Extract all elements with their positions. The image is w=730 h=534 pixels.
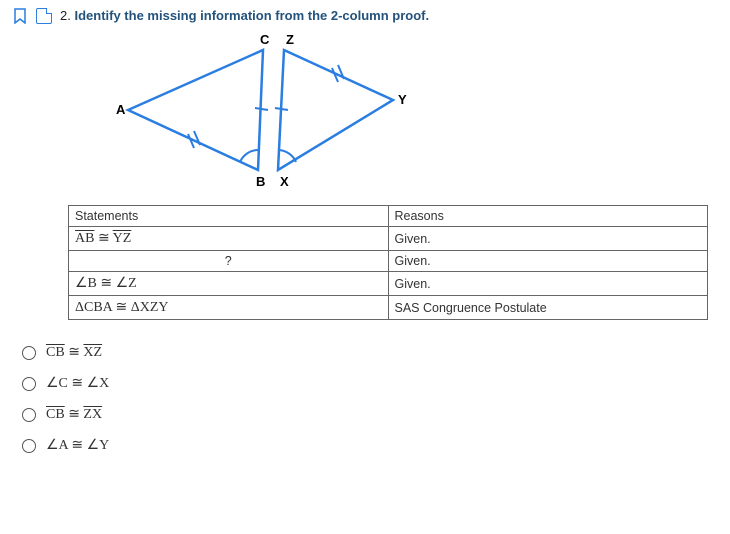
radio-icon[interactable]	[22, 439, 36, 453]
reason-cell: Given.	[388, 272, 708, 296]
radio-icon[interactable]	[22, 346, 36, 360]
label-Y: Y	[398, 92, 407, 107]
note-icon[interactable]	[36, 8, 52, 24]
reason-cell: Given.	[388, 227, 708, 251]
triangles-diagram: A B C X Y Z	[108, 30, 718, 193]
reason-cell: Given.	[388, 251, 708, 272]
choice-label: ∠C ≅ ∠X	[46, 375, 109, 392]
label-C: C	[260, 32, 270, 47]
table-row: AB ≅ YZ Given.	[69, 227, 708, 251]
reason-cell: SAS Congruence Postulate	[388, 296, 708, 320]
table-row: ΔCBA ≅ ΔXZY SAS Congruence Postulate	[69, 296, 708, 320]
table-row: ? Given.	[69, 251, 708, 272]
statement-cell: ΔCBA ≅ ΔXZY	[69, 296, 389, 320]
label-X: X	[280, 174, 289, 189]
question-prompt: 2. Identify the missing information from…	[60, 8, 429, 23]
statement-cell: ∠B ≅ ∠Z	[69, 272, 389, 296]
choice-b[interactable]: ∠C ≅ ∠X	[22, 375, 718, 392]
bookmark-icon[interactable]	[12, 8, 28, 24]
label-Z: Z	[286, 32, 294, 47]
statement-cell: AB ≅ YZ	[69, 227, 389, 251]
answer-choices: CB ≅ XZ ∠C ≅ ∠X CB ≅ ZX ∠A ≅ ∠Y	[22, 344, 718, 454]
header-statements: Statements	[69, 206, 389, 227]
table-row: ∠B ≅ ∠Z Given.	[69, 272, 708, 296]
radio-icon[interactable]	[22, 377, 36, 391]
question-number: 2.	[60, 8, 71, 23]
statement-cell-missing: ?	[69, 251, 389, 272]
radio-icon[interactable]	[22, 408, 36, 422]
choice-label: CB ≅ XZ	[46, 344, 102, 361]
proof-table: Statements Reasons AB ≅ YZ Given. ? Give…	[68, 205, 708, 320]
label-B: B	[256, 174, 265, 189]
label-A: A	[116, 102, 126, 117]
choice-d[interactable]: ∠A ≅ ∠Y	[22, 437, 718, 454]
header-reasons: Reasons	[388, 206, 708, 227]
choice-label: ∠A ≅ ∠Y	[46, 437, 109, 454]
choice-c[interactable]: CB ≅ ZX	[22, 406, 718, 423]
choice-label: CB ≅ ZX	[46, 406, 102, 423]
question-bold: Identify the missing information from th…	[74, 8, 429, 23]
choice-a[interactable]: CB ≅ XZ	[22, 344, 718, 361]
